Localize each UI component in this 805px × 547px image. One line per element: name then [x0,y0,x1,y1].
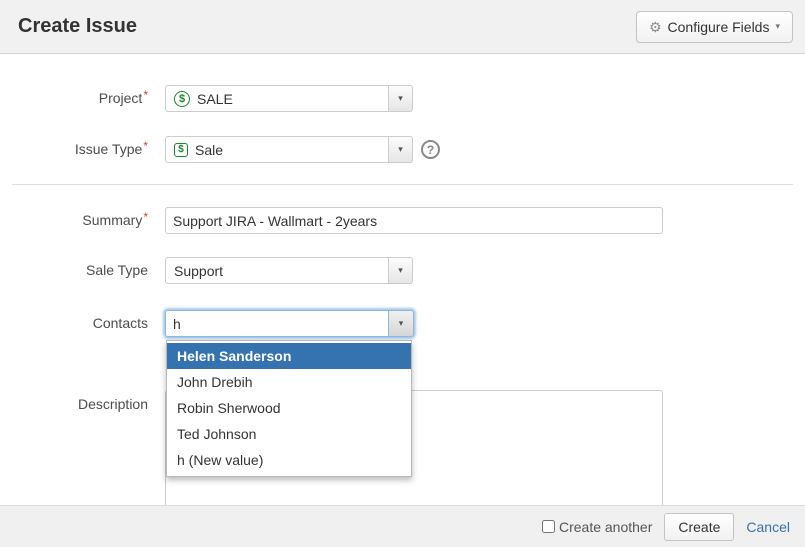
dialog-header: Create Issue ⚙ Configure Fields ▾ [0,0,805,54]
menu-item-ted-johnson[interactable]: Ted Johnson [167,421,411,447]
project-label: Project* [0,85,148,113]
issue-type-dropdown-button[interactable]: ▾ [388,136,413,163]
contacts-label: Contacts [0,310,148,337]
project-dollar-icon: $ [174,91,190,107]
sale-type-select: Support ▾ [165,257,413,284]
issue-type-value-text: Sale [195,142,223,158]
menu-item-new-value[interactable]: h (New value) [167,447,411,473]
sale-type-label: Sale Type [0,257,148,284]
chevron-down-icon: ▾ [398,266,403,275]
menu-item-robin-sherwood[interactable]: Robin Sherwood [167,395,411,421]
required-asterisk: * [143,139,148,153]
summary-label: Summary* [0,207,148,235]
help-icon[interactable]: ? [421,140,440,159]
configure-fields-button[interactable]: ⚙ Configure Fields ▾ [636,11,793,43]
chevron-down-icon: ▾ [398,145,403,154]
configure-fields-label: Configure Fields [668,19,770,35]
required-asterisk: * [143,210,148,224]
menu-item-helen-sanderson[interactable]: Helen Sanderson [167,343,411,369]
sale-type-value-text: Support [174,263,223,279]
gear-icon: ⚙ [649,20,662,34]
issue-type-select-value[interactable]: $ Sale [165,136,389,163]
create-button[interactable]: Create [664,513,734,541]
section-divider [12,184,793,185]
sale-type-dropdown-button[interactable]: ▾ [388,257,413,284]
issue-type-select: $ Sale ▾ [165,136,413,163]
required-asterisk: * [143,88,148,102]
dialog-footer: Create another Create Cancel [0,505,805,547]
chevron-down-icon: ▾ [398,94,403,103]
chevron-down-icon: ▾ [775,22,780,31]
sale-issue-type-icon: $ [174,143,188,157]
description-label: Description [0,391,148,418]
chevron-down-icon: ▾ [399,319,404,328]
contacts-input[interactable] [165,310,388,337]
project-select-value[interactable]: $ SALE [165,85,389,112]
issue-type-label: Issue Type* [0,136,148,164]
contacts-suggestions-menu: Helen Sanderson John Drebih Robin Sherwo… [166,340,412,477]
project-dropdown-button[interactable]: ▾ [388,85,413,112]
project-select: $ SALE ▾ [165,85,413,112]
menu-item-john-drebih[interactable]: John Drebih [167,369,411,395]
cancel-link[interactable]: Cancel [746,519,790,535]
contacts-combobox: ▾ [165,310,414,337]
create-another-label: Create another [559,519,652,535]
project-value-text: SALE [197,91,233,107]
contacts-dropdown-button[interactable]: ▾ [388,310,414,337]
create-another-checkbox[interactable] [542,520,555,533]
page-title: Create Issue [18,15,137,38]
summary-input[interactable] [165,207,663,234]
create-another-option: Create another [542,519,652,535]
sale-type-select-value[interactable]: Support [165,257,389,284]
